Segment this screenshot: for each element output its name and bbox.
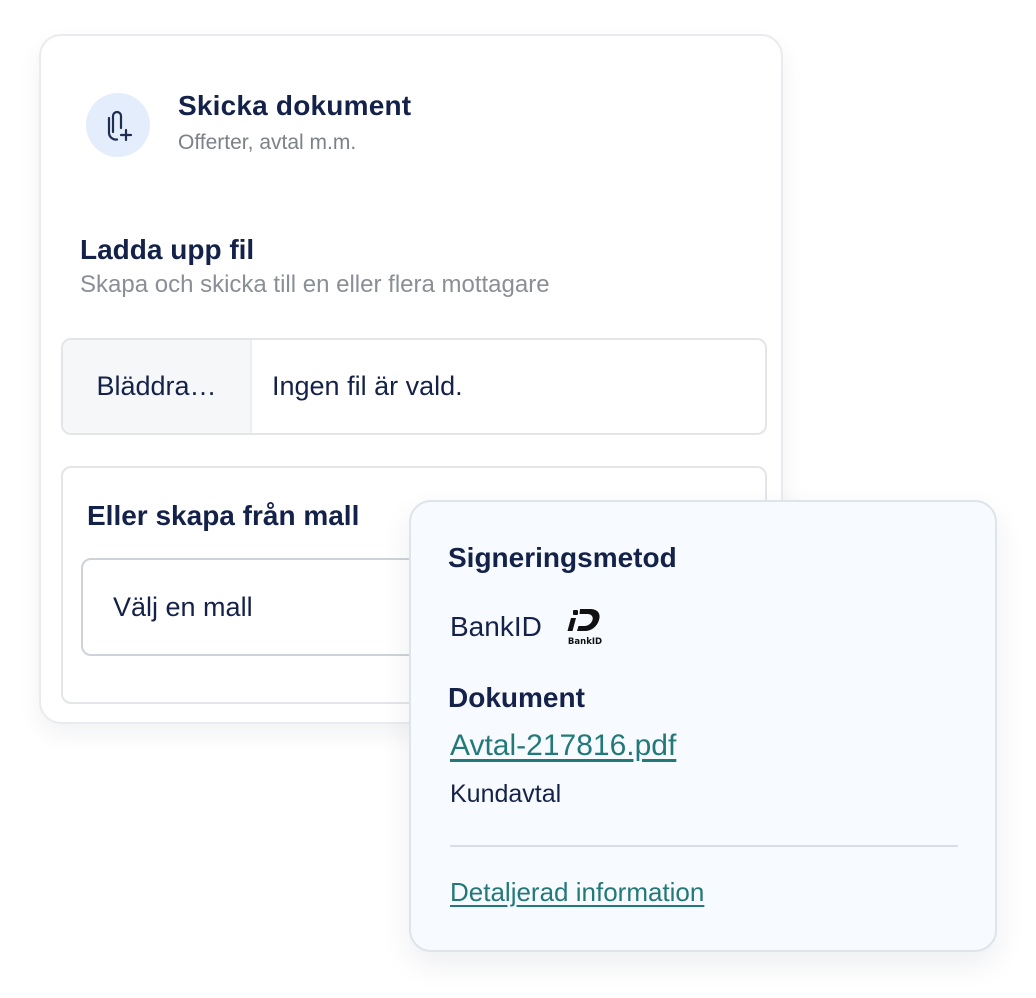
details-link[interactable]: Detaljerad information — [450, 877, 704, 908]
browse-button[interactable]: Bläddra… — [63, 340, 252, 433]
document-summary-card: Signeringsmetod BankID BankID Dokument A… — [409, 500, 997, 952]
bankid-logo-text: BankID — [568, 637, 602, 647]
document-link[interactable]: Avtal-217816.pdf — [450, 729, 676, 763]
document-type: Kundavtal — [450, 780, 562, 808]
stage: Skicka dokument Offerter, avtal m.m. Lad… — [0, 0, 1036, 998]
bankid-logo-icon: BankID — [567, 609, 602, 647]
card-subtitle: Offerter, avtal m.m. — [178, 131, 357, 154]
divider — [450, 845, 958, 847]
signing-method-row: BankID BankID — [450, 606, 606, 648]
upload-subtitle: Skapa och skicka till en eller flera mot… — [80, 271, 550, 298]
upload-title: Ladda upp fil — [80, 234, 255, 265]
signing-method-value: BankID — [450, 611, 542, 642]
file-upload-input[interactable]: Bläddra… Ingen fil är vald. — [61, 338, 767, 435]
card-title: Skicka dokument — [178, 90, 412, 121]
file-status-text: Ingen fil är vald. — [272, 371, 463, 401]
template-title: Eller skapa från mall — [87, 500, 360, 531]
paperclip-plus-icon — [86, 93, 150, 157]
document-title: Dokument — [448, 682, 585, 713]
signing-method-title: Signeringsmetod — [448, 542, 677, 573]
